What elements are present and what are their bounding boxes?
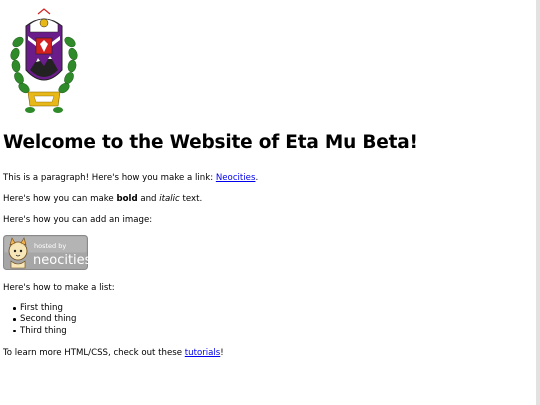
paragraph-formatting-text: Here's how you can make	[3, 194, 117, 204]
bold-text: bold	[116, 194, 138, 204]
eta-mu-beta-crest-logo	[10, 8, 78, 113]
paragraph-tutorials-end: !	[220, 348, 224, 358]
paragraph-link-end: .	[255, 173, 259, 183]
tutorials-link[interactable]: tutorials	[185, 348, 221, 358]
neocities-link[interactable]: Neocities	[216, 173, 256, 183]
badge-line2: neocities	[33, 253, 88, 268]
paragraph-link: This is a paragraph! Here's how you make…	[3, 173, 258, 184]
paragraph-formatting-end: text.	[179, 194, 203, 204]
paragraph-link-text: This is a paragraph! Here's how you make…	[3, 173, 216, 183]
italic-text: italic	[159, 194, 180, 204]
badge-line1: hosted by	[34, 242, 66, 250]
list-item: Third thing	[12, 326, 76, 337]
thing-list: First thing Second thing Third thing	[0, 303, 76, 337]
paragraph-formatting-middle: and	[137, 194, 160, 204]
paragraph-tutorials: To learn more HTML/CSS, check out these …	[3, 348, 224, 359]
page-title: Welcome to the Website of Eta Mu Beta!	[3, 132, 418, 153]
paragraph-tutorials-text: To learn more HTML/CSS, check out these	[3, 348, 185, 358]
page: Welcome to the Website of Eta Mu Beta! T…	[0, 0, 540, 405]
hosted-by-neocities-badge: hosted by neocities	[3, 235, 88, 270]
paragraph-list-intro: Here's how to make a list:	[3, 283, 115, 293]
list-item: Second thing	[12, 314, 77, 325]
paragraph-formatting: Here's how you can make bold and italic …	[3, 194, 202, 205]
paragraph-image: Here's how you can add an image:	[3, 215, 153, 225]
list-item: First thing	[12, 303, 76, 314]
